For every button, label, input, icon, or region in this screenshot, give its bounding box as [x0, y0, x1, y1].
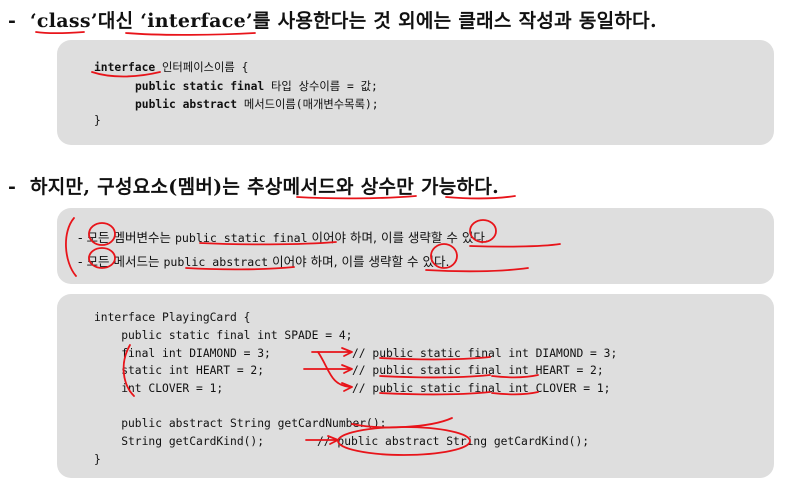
- rule-methods: - 모든 메서드는 public abstract 이어야 하며, 이를 생략할…: [78, 251, 449, 270]
- code-line: }: [94, 453, 101, 466]
- rule-1-prefix: - 모든 멤버변수는: [78, 230, 175, 245]
- rule-1-code: public static final: [174, 231, 308, 245]
- heading-dash: -: [8, 176, 17, 198]
- rules-box: [57, 208, 774, 284]
- keyword-public-static-final: public static final: [135, 80, 265, 93]
- syntax-line-3-rest: 메서드이름(매개변수목록);: [237, 98, 379, 111]
- code-line: String getCardKind();: [94, 435, 265, 448]
- heading-dash: -: [8, 10, 17, 32]
- heading-members-limit: - 하지만, 구성요소(멤버)는 추상메서드와 상수만 가능하다.: [8, 172, 499, 199]
- syntax-line-1: interface 인터페이스이름 {: [94, 59, 248, 75]
- rule-2-prefix: - 모든 메서드는: [78, 254, 164, 269]
- syntax-line-2-rest: 타입 상수이름 = 값;: [264, 80, 378, 93]
- code-line: interface PlayingCard {: [94, 311, 251, 324]
- code-note: // public static final int CLOVER = 1;: [352, 382, 611, 395]
- keyword-interface: interface: [94, 61, 156, 74]
- keyword-public-abstract: public abstract: [135, 98, 238, 111]
- rule-2-suffix: 이어야 하며, 이를 생략할 수 있다.: [268, 254, 450, 269]
- syntax-line-4: }: [94, 114, 101, 127]
- heading-class-vs-interface: - ‘class’대신 ‘interface’를 사용한다는 것 외에는 클래스 …: [8, 6, 657, 33]
- rule-member-variables: - 모든 멤버변수는 public static final 이어야 하며, 이…: [78, 227, 489, 246]
- code-note: // public static final int HEART = 2;: [352, 364, 604, 377]
- heading-text: 하지만, 구성요소(멤버)는 추상메서드와 상수만 가능하다.: [30, 176, 500, 198]
- code-line: public static final int SPADE = 4;: [94, 329, 353, 342]
- syntax-line-2: public static final 타입 상수이름 = 값;: [135, 78, 378, 94]
- code-line: public abstract String getCardNumber();: [94, 417, 387, 430]
- rule-1-suffix: 이어야 하며, 이를 생략할 수 있다.: [307, 230, 489, 245]
- code-note: // public static final int DIAMOND = 3;: [352, 347, 618, 360]
- rule-2-code: public abstract: [163, 255, 269, 269]
- heading-text: ‘class’대신 ‘interface’를 사용한다는 것 외에는 클래스 작…: [30, 10, 657, 32]
- syntax-line-3: public abstract 메서드이름(매개변수목록);: [135, 96, 379, 112]
- code-line: final int DIAMOND = 3;: [94, 347, 271, 360]
- code-note: // public abstract String getCardKind();: [317, 435, 590, 448]
- syntax-line-1-rest: 인터페이스이름 {: [155, 61, 249, 74]
- underline-interface: [125, 32, 256, 36]
- code-line: int CLOVER = 1;: [94, 382, 224, 395]
- code-line: static int HEART = 2;: [94, 364, 265, 377]
